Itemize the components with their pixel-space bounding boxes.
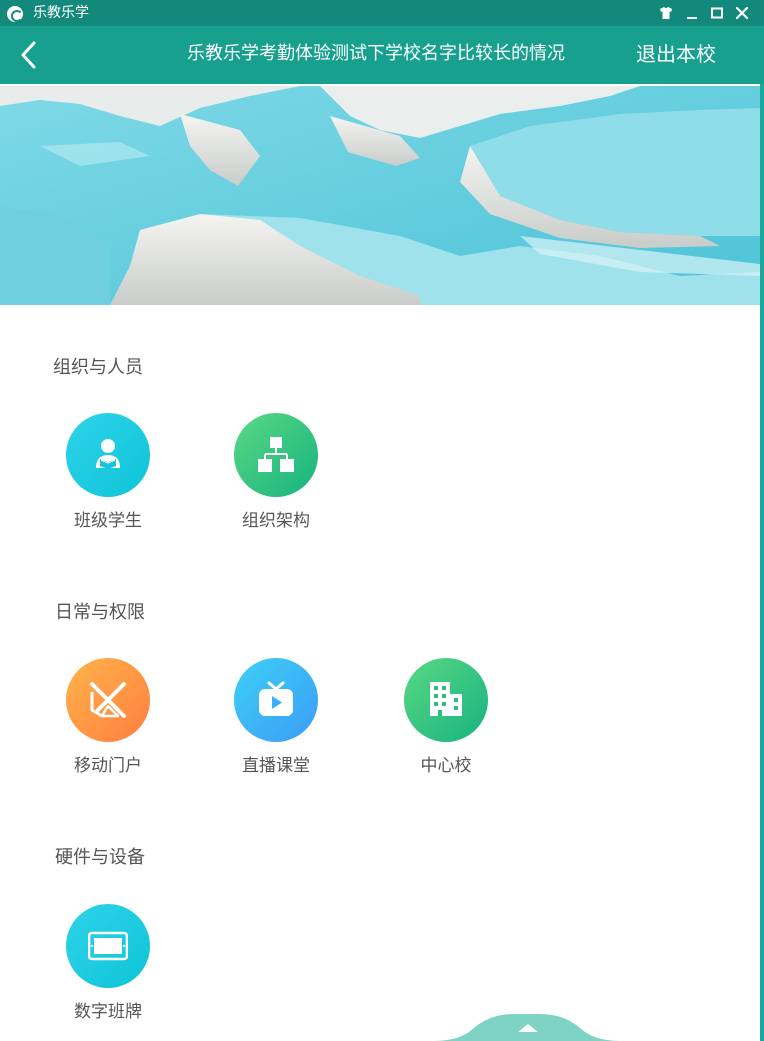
tile-label: 组织架构 [242,511,310,531]
back-button[interactable] [16,39,44,71]
live-tv-icon [234,658,318,742]
exit-school-button[interactable]: 退出本校 [628,40,724,68]
tile-label: 直播课堂 [242,756,310,776]
tile-class-students[interactable]: 班级学生 [48,413,168,533]
chevron-left-icon [21,41,36,69]
close-icon[interactable] [732,3,752,23]
tile-mobile-portal[interactable]: 移动门户 [48,658,168,778]
tile-label: 中心校 [420,756,472,776]
app-logo-icon [7,6,23,22]
tile-digital-board[interactable]: 数字班牌 [48,904,168,1024]
org-chart-icon [234,413,318,497]
student-icon [66,413,150,497]
tile-org-structure[interactable]: 组织架构 [216,413,336,533]
class-board-icon [66,904,150,988]
banner-image [0,86,760,305]
app-header: 乐教乐学考勤体验测试下学校名字比较长的情况 退出本校 [0,26,764,84]
scroll-edge [760,84,764,1041]
tile-label: 数字班牌 [74,1002,142,1022]
tile-label: 移动门户 [74,756,142,776]
minimize-icon[interactable] [682,3,702,23]
section-title-org: 组织与人员 [53,357,143,378]
tile-live-classroom[interactable]: 直播课堂 [216,658,336,778]
mobile-portal-icon [66,658,150,742]
tile-label: 班级学生 [74,511,142,531]
maximize-icon[interactable] [707,3,727,23]
expand-handle[interactable] [434,1014,620,1041]
building-icon [404,658,488,742]
section-title-hardware: 硬件与设备 [55,847,145,868]
school-title: 乐教乐学考勤体验测试下学校名字比较长的情况 [187,43,565,64]
tile-central-school[interactable]: 中心校 [386,658,506,778]
skin-icon[interactable] [656,3,676,23]
section-title-daily: 日常与权限 [55,602,145,623]
app-name: 乐教乐学 [33,5,89,21]
window-titlebar: 乐教乐学 [0,0,764,26]
